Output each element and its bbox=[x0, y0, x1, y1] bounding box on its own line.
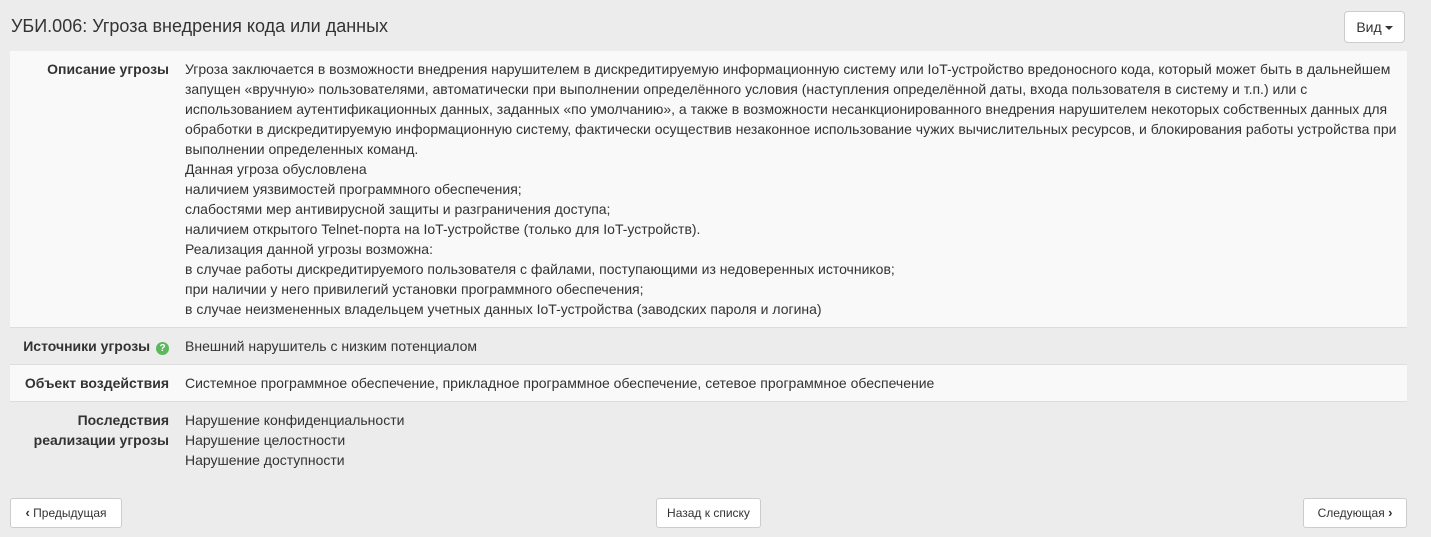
consequences-value: Нарушение конфиденциальности Нарушение ц… bbox=[185, 401, 1407, 478]
sources-row: Источники угрозы ? Внешний нарушитель с … bbox=[10, 327, 1407, 365]
description-line: в случае работы дискредитируемого пользо… bbox=[185, 261, 895, 277]
sources-label: Источники угрозы bbox=[23, 338, 151, 354]
consequences-label: Последствия реализации угрозы bbox=[10, 401, 185, 478]
description-row: Описание угрозы Угроза заключается в воз… bbox=[10, 51, 1407, 328]
description-label: Описание угрозы bbox=[47, 61, 169, 77]
threat-details-table: Описание угрозы Угроза заключается в воз… bbox=[10, 51, 1407, 478]
consequence-item: Нарушение целостности bbox=[185, 432, 346, 448]
description-line: слабостями мер антивирусной защиты и раз… bbox=[185, 201, 611, 217]
page-title: УБИ.006: Угроза внедрения кода или данны… bbox=[11, 16, 389, 36]
chevron-right-icon: › bbox=[1388, 505, 1393, 520]
description-line: Реализация данной угрозы возможна: bbox=[185, 241, 433, 257]
consequence-item: Нарушение доступности bbox=[185, 452, 345, 468]
target-label: Объект воздействия bbox=[10, 364, 185, 402]
next-button-label: Следующая bbox=[1317, 506, 1385, 520]
caret-down-icon bbox=[1384, 26, 1393, 31]
description-line: в случае неизмененных владельцем учетных… bbox=[185, 301, 822, 317]
description-line: Угроза заключается в возможности внедрен… bbox=[185, 61, 1397, 157]
previous-button[interactable]: ‹ Предыдущая bbox=[10, 498, 122, 528]
sources-value: Внешний нарушитель с низким потенциалом bbox=[185, 327, 1407, 365]
view-button-label: Вид bbox=[1356, 19, 1382, 35]
target-row: Объект воздействия Системное программное… bbox=[10, 364, 1407, 402]
description-value: Угроза заключается в возможности внедрен… bbox=[185, 51, 1407, 328]
help-icon[interactable]: ? bbox=[156, 342, 169, 355]
previous-button-label: Предыдущая bbox=[33, 506, 107, 520]
consequences-row: Последствия реализации угрозы Нарушение … bbox=[10, 401, 1407, 478]
target-value: Системное программное обеспечение, прикл… bbox=[185, 364, 1407, 402]
chevron-left-icon: ‹ bbox=[25, 505, 30, 520]
back-to-list-label: Назад к списку bbox=[667, 506, 750, 520]
description-line: при наличии у него привилегий установки … bbox=[185, 281, 644, 297]
consequence-item: Нарушение конфиденциальности bbox=[185, 412, 405, 428]
description-line: наличием открытого Telnet-порта на IoT-у… bbox=[185, 221, 701, 237]
next-button[interactable]: Следующая › bbox=[1303, 498, 1407, 528]
description-line: наличием уязвимостей программного обеспе… bbox=[185, 181, 522, 197]
back-to-list-button[interactable]: Назад к списку bbox=[656, 498, 761, 528]
description-line: Данная угроза обусловлена bbox=[185, 161, 367, 177]
view-dropdown-button[interactable]: Вид bbox=[1344, 11, 1405, 43]
sources-label-cell: Источники угрозы ? bbox=[10, 327, 185, 365]
